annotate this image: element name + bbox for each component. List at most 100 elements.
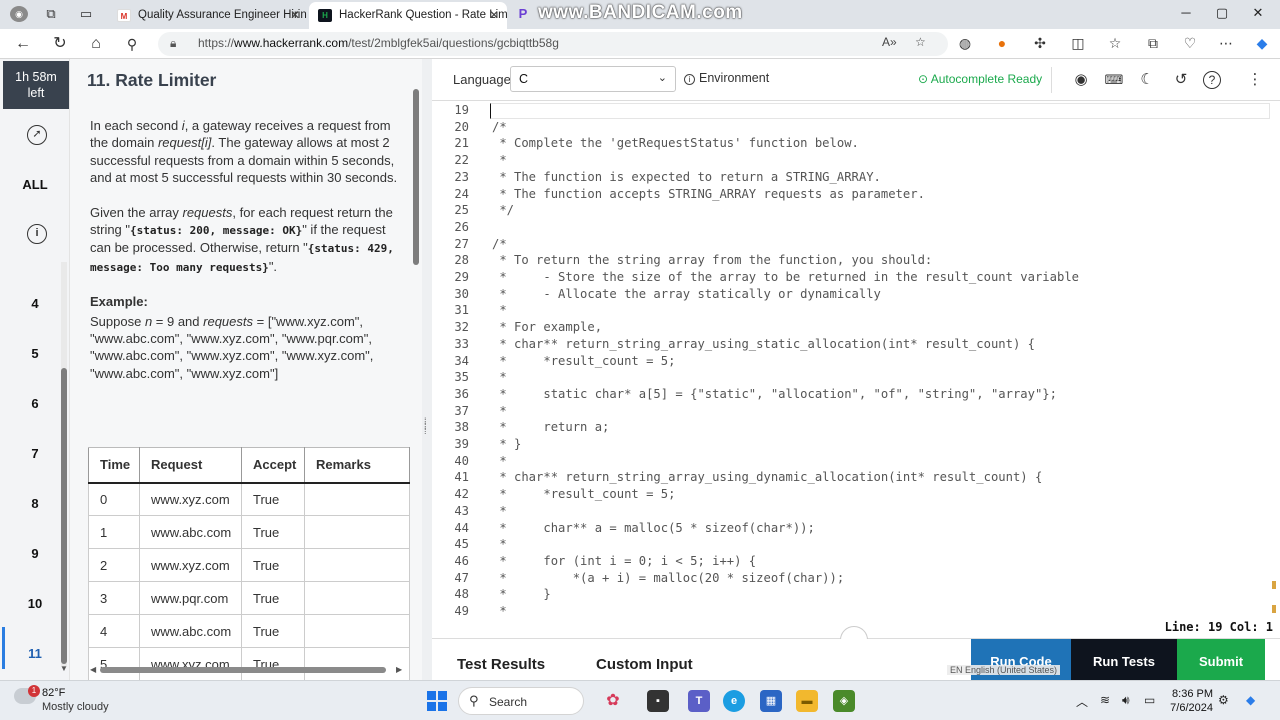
code-line[interactable]: 35 * [432,370,1280,387]
extension-badge-icon[interactable]: ● [992,33,1012,53]
scroll-right-icon[interactable]: ▶ [396,665,402,674]
weather-temperature[interactable]: 82°F [42,687,65,699]
code-line[interactable]: 19 [432,103,1280,120]
code-line[interactable]: 37 * [432,404,1280,421]
drag-handle-icon[interactable]: ⁞ ⁞ ⁞ [424,417,427,436]
search-icon[interactable]: ⚲ [121,33,143,55]
store-icon[interactable]: ▦ [760,690,782,712]
code-line[interactable]: 23 * The function is expected to return … [432,170,1280,187]
history-icon[interactable]: ↺ [1170,69,1192,91]
problem-hscroll-thumb[interactable] [100,667,386,673]
code-line[interactable]: 39 * } [432,437,1280,454]
code-line[interactable]: 25 */ [432,203,1280,220]
browser-essentials-icon[interactable]: ◍ [955,33,975,53]
code-line[interactable]: 22 * [432,153,1280,170]
code-line[interactable]: 46 * for (int i = 0; i < 5; i++) { [432,554,1280,571]
home-icon[interactable]: ⌂ [85,33,107,55]
language-select[interactable]: C ⌄ [510,66,676,92]
autocomplete-status[interactable]: ⊙ Autocomplete Ready [918,72,1042,86]
nav-question-4[interactable]: 4 [0,296,70,311]
flowers-icon[interactable]: ✿ [602,690,624,712]
nav-question-10[interactable]: 10 [0,596,70,611]
wifi-icon[interactable]: ≋ [1100,693,1110,707]
nav-question-5[interactable]: 5 [0,346,70,361]
info-icon[interactable]: i [27,224,47,244]
code-line[interactable]: 21 * Complete the 'getRequestStatus' fun… [432,136,1280,153]
edge-browser-icon[interactable]: e [723,690,745,712]
tab-test-results[interactable]: Test Results [457,656,545,673]
code-line[interactable]: 33 * char** return_string_array_using_st… [432,337,1280,354]
code-area[interactable]: 19 20 /* 21 * Complete the 'getRequestStatu… [432,101,1280,616]
favorite-star-icon[interactable]: ☆ [915,35,926,49]
environment-link[interactable]: i Environment [684,71,769,85]
weather-condition[interactable]: Mostly cloudy [42,701,109,713]
new-tab-icon[interactable]: P [514,6,532,22]
code-line[interactable]: 36 * static char* a[5] = {"static", "all… [432,387,1280,404]
code-line[interactable]: 29 * - Store the size of the array to be… [432,270,1280,287]
refresh-icon[interactable]: ↻ [49,33,71,55]
notifications-icon[interactable]: ⚙ [1218,693,1229,707]
bandicam-icon[interactable]: ◈ [833,690,855,712]
problem-vertical-scrollbar[interactable] [412,63,420,643]
tab-custom-input[interactable]: Custom Input [596,656,693,673]
code-line[interactable]: 24 * The function accepts STRING_ARRAY r… [432,187,1280,204]
favorites-icon[interactable]: ☆ [1105,33,1125,53]
profile-avatar-icon[interactable]: ◉ [10,6,28,22]
problem-horizontal-scrollbar[interactable]: ◀ ▶ [90,664,408,676]
nav-question-7[interactable]: 7 [0,446,70,461]
browser-health-icon[interactable]: ♡ [1180,33,1200,53]
code-line[interactable]: 40 * [432,454,1280,471]
code-line[interactable]: 34 * *result_count = 5; [432,354,1280,371]
battery-icon[interactable]: ▭ [1144,693,1155,707]
code-line[interactable]: 32 * For example, [432,320,1280,337]
code-line[interactable]: 47 * *(a + i) = malloc(20 * sizeof(char)… [432,571,1280,588]
nav-question-6[interactable]: 6 [0,396,70,411]
code-line[interactable]: 27 /* [432,237,1280,254]
collections-icon[interactable]: ⧉ [1143,33,1163,53]
scroll-down-icon[interactable]: ▼ [60,664,68,673]
help-icon[interactable]: ? [1203,71,1221,89]
editor-scrollbar[interactable] [1268,105,1280,615]
code-line[interactable]: 30 * - Allocate the array statically or … [432,287,1280,304]
task-view-icon[interactable]: ▪ [647,690,669,712]
tab-actions-icon[interactable]: ▭ [77,6,95,22]
copilot-taskbar-icon[interactable]: ◆ [1246,693,1255,707]
tab-close-icon[interactable]: ✕ [290,2,300,29]
submit-button[interactable]: Submit [1177,639,1265,680]
nav-all[interactable]: ALL [0,177,70,192]
minimize-icon[interactable]: ─ [1176,5,1196,20]
workspaces-icon[interactable]: ⧉ [42,6,60,22]
nav-question-8[interactable]: 8 [0,496,70,511]
code-line[interactable]: 44 * char** a = malloc(5 * sizeof(char*)… [432,521,1280,538]
code-line[interactable]: 26 [432,220,1280,237]
back-icon[interactable]: ← [12,33,34,55]
close-window-icon[interactable]: ✕ [1248,5,1268,21]
code-line[interactable]: 20 /* [432,120,1280,137]
url-field[interactable]: 🔒︎ https://www.hackerrank.com/test/2mblg… [158,32,948,56]
tab-gmail[interactable]: M Quality Assurance Engineer Hirin ✕ [108,2,308,29]
code-line[interactable]: 41 * char** return_string_array_using_dy… [432,470,1280,487]
keyboard-icon[interactable]: ⌨ [1103,69,1125,91]
nav-question-9[interactable]: 9 [0,546,70,561]
taskbar-search[interactable]: ⚲ Search [458,687,584,715]
code-line[interactable]: 38 * return a; [432,420,1280,437]
code-line[interactable]: 42 * *result_count = 5; [432,487,1280,504]
file-explorer-icon[interactable]: ▬ [796,690,818,712]
eye-icon[interactable]: ◉ [1070,69,1092,91]
clock[interactable]: 8:36 PM 7/6/2024 [1163,687,1213,715]
problem-scroll-thumb[interactable] [413,89,419,265]
more-menu-icon[interactable]: ⋯ [1216,33,1236,53]
code-line[interactable]: 28 * To return the string array from the… [432,253,1280,270]
teams-icon[interactable]: T [688,690,710,712]
code-line[interactable]: 31 * [432,303,1280,320]
code-line[interactable]: 48 * } [432,587,1280,604]
scroll-left-icon[interactable]: ◀ [90,665,96,674]
navigator-scroll-thumb[interactable] [61,368,67,664]
nav-question-11[interactable]: 11 [0,646,70,661]
code-line[interactable]: 45 * [432,537,1280,554]
windows-start-icon[interactable] [427,691,447,711]
code-line[interactable]: 43 * [432,504,1280,521]
more-options-icon[interactable]: ⋮ [1244,69,1266,91]
tab-close-icon[interactable]: ✕ [489,2,499,29]
copilot-icon[interactable]: ◆ [1252,33,1272,53]
